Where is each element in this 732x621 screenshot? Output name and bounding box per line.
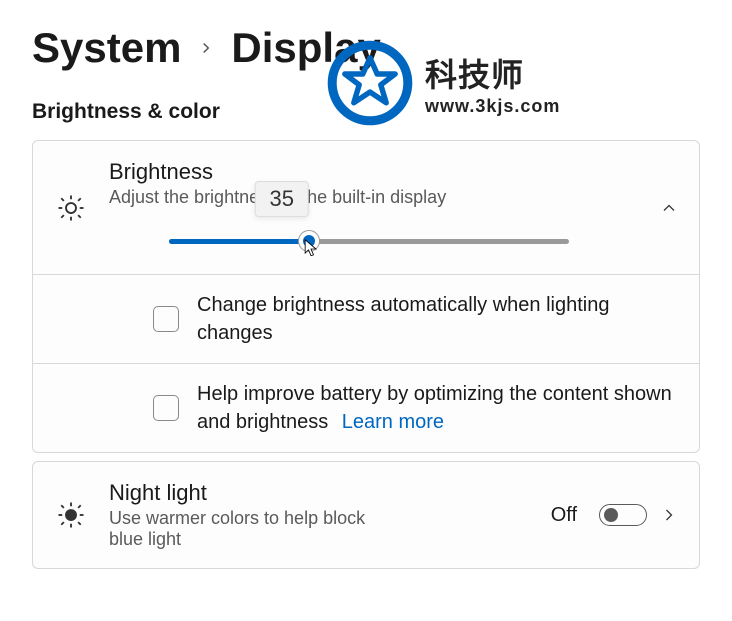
battery-optimize-row[interactable]: Help improve battery by optimizing the c… (33, 364, 699, 452)
battery-optimize-label: Help improve battery by optimizing the c… (197, 380, 679, 436)
brightness-panel: Brightness Adjust the brightness of the … (33, 141, 699, 275)
nightlight-title: Night light (109, 480, 531, 506)
auto-brightness-checkbox[interactable] (153, 306, 179, 332)
section-title: Brightness & color (32, 100, 700, 124)
chevron-right-icon[interactable] (659, 505, 679, 525)
auto-brightness-label: Change brightness automatically when lig… (197, 291, 679, 347)
brightness-slider[interactable]: 35 (109, 226, 639, 256)
battery-optimize-checkbox[interactable] (153, 395, 179, 421)
brightness-title: Brightness (109, 159, 639, 185)
chevron-right-icon (197, 32, 215, 64)
nightlight-toggle[interactable] (599, 504, 647, 526)
nightlight-state: Off (551, 504, 577, 527)
learn-more-link[interactable]: Learn more (342, 411, 444, 433)
breadcrumb: System Display (32, 24, 700, 72)
chevron-up-icon[interactable] (659, 198, 679, 218)
breadcrumb-root[interactable]: System (32, 24, 181, 72)
breadcrumb-current: Display (231, 24, 380, 72)
sun-icon (56, 193, 86, 223)
brightness-value-tooltip: 35 (255, 181, 309, 217)
nightlight-subtitle: Use warmer colors to help block blue lig… (109, 508, 369, 550)
brightness-card: Brightness Adjust the brightness of the … (32, 140, 700, 453)
nightlight-icon (56, 500, 86, 530)
brightness-subtitle: Adjust the brightness of the built-in di… (109, 187, 639, 208)
nightlight-card: Night light Use warmer colors to help bl… (32, 461, 700, 569)
nightlight-panel[interactable]: Night light Use warmer colors to help bl… (33, 462, 699, 568)
auto-brightness-row[interactable]: Change brightness automatically when lig… (33, 275, 699, 364)
cursor-arrow-icon (304, 239, 318, 259)
